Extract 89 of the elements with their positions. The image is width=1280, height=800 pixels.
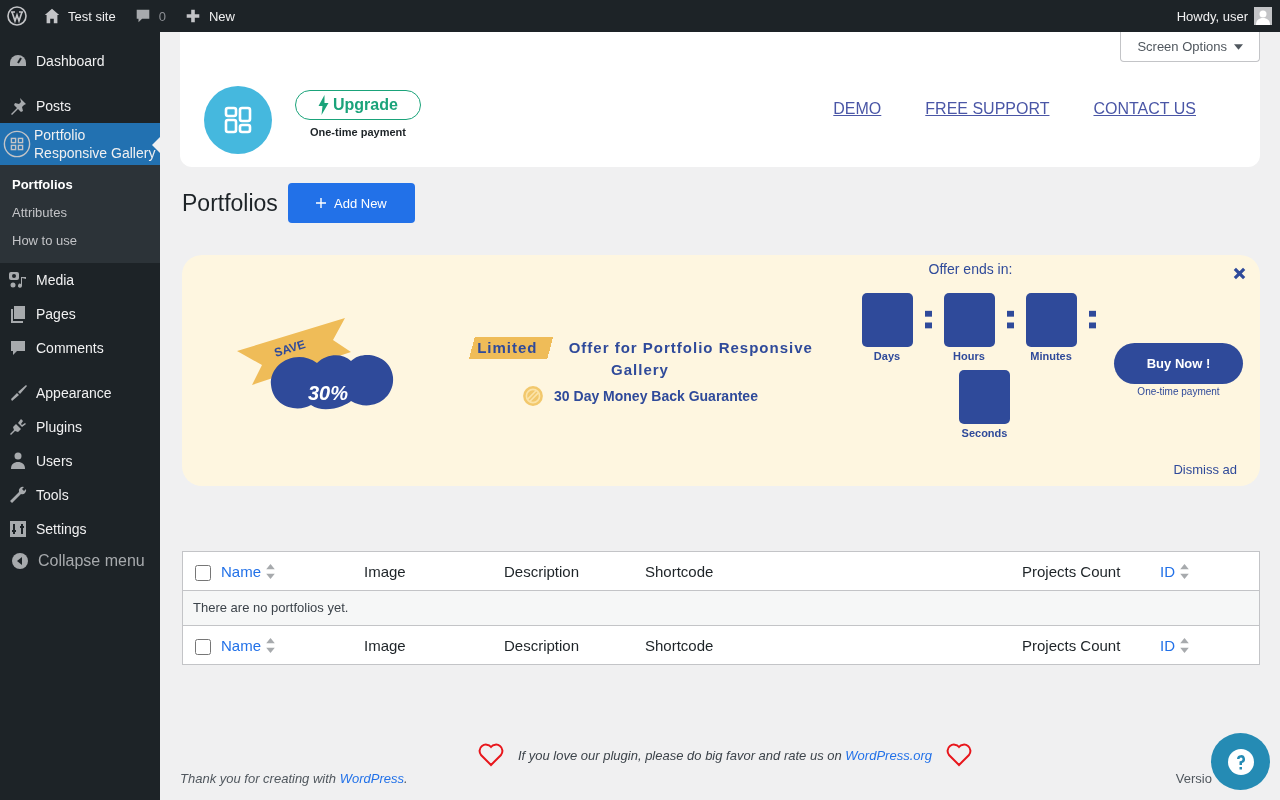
column-header[interactable]: Name <box>221 562 275 580</box>
wordpress-link[interactable]: WordPress <box>339 771 404 786</box>
column-header: Image <box>364 636 406 654</box>
countdown-label: Hours <box>953 350 985 362</box>
menu-item[interactable]: Media <box>0 263 160 297</box>
close-icon[interactable] <box>1233 267 1246 280</box>
menu-item[interactable]: Users <box>0 444 160 478</box>
sliders-icon <box>8 519 28 539</box>
menu-item[interactable]: Dashboard <box>0 44 160 78</box>
sort-icon <box>266 637 275 653</box>
menu-item[interactable]: Posts <box>0 89 160 123</box>
column-header[interactable]: ID <box>1160 636 1189 654</box>
pages-icon <box>8 304 28 324</box>
lightning-icon <box>318 95 329 115</box>
grid-logo-icon <box>204 86 272 154</box>
payment-note: One-time payment <box>309 126 406 138</box>
column-header[interactable]: ID <box>1160 562 1189 580</box>
heart-icon <box>477 743 504 767</box>
column-header: Shortcode <box>645 636 714 654</box>
plug-icon <box>8 417 28 437</box>
add-new-button[interactable]: Add New <box>287 183 415 223</box>
menu-item[interactable]: Pages <box>0 297 160 331</box>
question-icon <box>1226 747 1255 776</box>
guarantee-seal-icon <box>522 385 545 407</box>
person-icon <box>8 451 28 471</box>
new-link[interactable]: New <box>183 7 235 25</box>
countdown-box <box>861 293 913 347</box>
payment-note: One-time payment <box>1137 386 1220 397</box>
footer-credit: Thank you for creating with WordPress. <box>180 771 408 786</box>
discount-label: 30% <box>308 382 349 404</box>
column-header: Projects Count <box>1022 636 1121 654</box>
column-header: Shortcode <box>645 562 714 580</box>
menu-item[interactable]: Comments <box>0 331 160 365</box>
brush-icon <box>8 383 28 403</box>
column-header: Description <box>504 562 580 580</box>
comments-link[interactable]: 0 <box>133 7 166 25</box>
collapse-icon <box>10 551 30 571</box>
offer-ends-label: Offer ends in: <box>928 261 1013 277</box>
menu-item[interactable]: Tools <box>0 478 160 512</box>
screen-options-button[interactable]: Screen Options <box>1120 32 1260 62</box>
guarantee-text: 30 Day Money Back Guarantee <box>554 388 758 404</box>
wordpress-logo-icon[interactable] <box>7 6 27 26</box>
avatar-icon <box>1254 7 1272 25</box>
help-button[interactable] <box>1211 733 1270 790</box>
page-title: Portfolios <box>182 189 278 217</box>
account-menu[interactable]: Howdy, user <box>1176 7 1272 25</box>
version-text: Versio <box>1175 771 1212 786</box>
countdown-label: Seconds <box>961 427 1008 439</box>
menu-item[interactable]: Appearance <box>0 376 160 410</box>
menu-item[interactable]: Plugins <box>0 410 160 444</box>
submenu-item[interactable]: Portfolios <box>0 171 160 199</box>
countdown-label: Days <box>873 350 901 362</box>
wrench-icon <box>8 485 28 505</box>
wordpress-link[interactable]: WordPress.org <box>845 747 933 763</box>
table-cell: There are no portfolios yet. <box>183 590 1259 626</box>
column-header[interactable]: Name <box>221 636 275 654</box>
submenu-item[interactable]: How to use <box>0 227 160 255</box>
home-icon <box>43 7 61 25</box>
menu-item[interactable]: Settings <box>0 512 160 546</box>
plus-icon <box>316 198 326 208</box>
countdown-box <box>943 293 995 347</box>
header-link[interactable]: DEMO <box>833 100 882 118</box>
site-link[interactable]: Test site <box>43 7 116 25</box>
menu-item[interactable]: Portfolio Responsive Gallery <box>0 123 160 165</box>
sort-icon <box>1180 637 1189 653</box>
rate-message: If you love our plugin, please do big favor and rate us on WordPress.org <box>517 747 933 763</box>
countdown-box <box>959 370 1010 424</box>
countdown-box <box>1025 293 1077 347</box>
sort-icon <box>1180 563 1189 579</box>
heart-icon <box>946 743 973 767</box>
header-link[interactable]: FREE SUPPORT <box>925 100 1050 118</box>
select-all-checkbox[interactable] <box>195 639 211 655</box>
caret-icon <box>1234 43 1243 50</box>
collapse-menu-button[interactable]: Collapse menu <box>0 551 160 571</box>
countdown-label: Minutes <box>1030 350 1072 362</box>
column-header: Projects Count <box>1022 562 1121 580</box>
column-header: Image <box>364 562 406 580</box>
save-label: SAVE <box>272 337 308 360</box>
buy-now-button[interactable]: Buy Now ! <box>1114 343 1243 384</box>
header-link[interactable]: CONTACT US <box>1093 100 1196 118</box>
sort-icon <box>266 563 275 579</box>
grid-icon <box>3 130 31 158</box>
submenu-item[interactable]: Attributes <box>0 199 160 227</box>
dismiss-link[interactable]: Dismiss ad <box>1173 462 1237 477</box>
media-icon <box>8 270 28 290</box>
speech-bubble-icon <box>8 338 28 358</box>
offer-title: Limited Offer for Portfolio Responsive Gallery <box>460 337 820 381</box>
column-header: Description <box>504 636 580 654</box>
select-all-checkbox[interactable] <box>195 565 211 581</box>
